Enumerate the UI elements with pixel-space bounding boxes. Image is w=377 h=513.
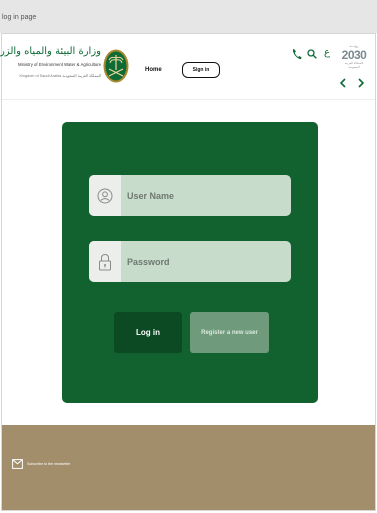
password-field[interactable] bbox=[89, 241, 291, 282]
username-input[interactable] bbox=[121, 175, 291, 216]
user-icon bbox=[89, 175, 121, 216]
language-toggle[interactable]: ع bbox=[324, 47, 330, 58]
vision-kingdom: المملكة العربية السعودية bbox=[344, 61, 364, 69]
ministry-name-arabic: وزارة البيئة والمياه والزراعة bbox=[0, 46, 101, 57]
vision-year: 2030 bbox=[341, 48, 367, 62]
username-field[interactable] bbox=[89, 175, 291, 216]
site-header: وزارة البيئة والمياه والزراعة Ministry o… bbox=[0, 34, 375, 100]
kingdom-label: Kingdom of Saudi Arabia المملكة العربية … bbox=[19, 74, 101, 78]
page-label-bar: log in page bbox=[0, 0, 377, 33]
chevron-left-icon[interactable] bbox=[339, 78, 347, 88]
lock-icon bbox=[89, 241, 121, 282]
password-input[interactable] bbox=[121, 241, 291, 282]
nav-home-link[interactable]: Home bbox=[145, 67, 162, 73]
vision-2030-logo: رؤيـــة 2030 المملكة العربية السعودية bbox=[340, 44, 368, 69]
chevron-right-icon[interactable] bbox=[357, 78, 365, 88]
page-frame: وزارة البيئة والمياه والزراعة Ministry o… bbox=[0, 33, 376, 511]
mail-icon[interactable] bbox=[12, 459, 23, 469]
search-icon[interactable] bbox=[307, 49, 317, 59]
phone-icon[interactable] bbox=[292, 48, 302, 60]
page-label: log in page bbox=[2, 14, 37, 21]
ministry-name-english: Ministry of Environment Water & Agricult… bbox=[18, 62, 101, 67]
login-button[interactable]: Log in bbox=[114, 312, 182, 353]
sign-in-button[interactable]: Sign in bbox=[182, 62, 220, 78]
login-card: Log in Register a new user bbox=[62, 122, 318, 403]
ministry-logo-text[interactable]: وزارة البيئة والمياه والزراعة Ministry o… bbox=[0, 46, 101, 92]
palm-swords-emblem-icon[interactable] bbox=[103, 49, 129, 83]
newsletter-subscribe-link[interactable]: Subscribe to the newsletter bbox=[27, 462, 70, 466]
site-footer: Subscribe to the newsletter bbox=[2, 425, 375, 510]
register-button[interactable]: Register a new user bbox=[190, 312, 269, 353]
